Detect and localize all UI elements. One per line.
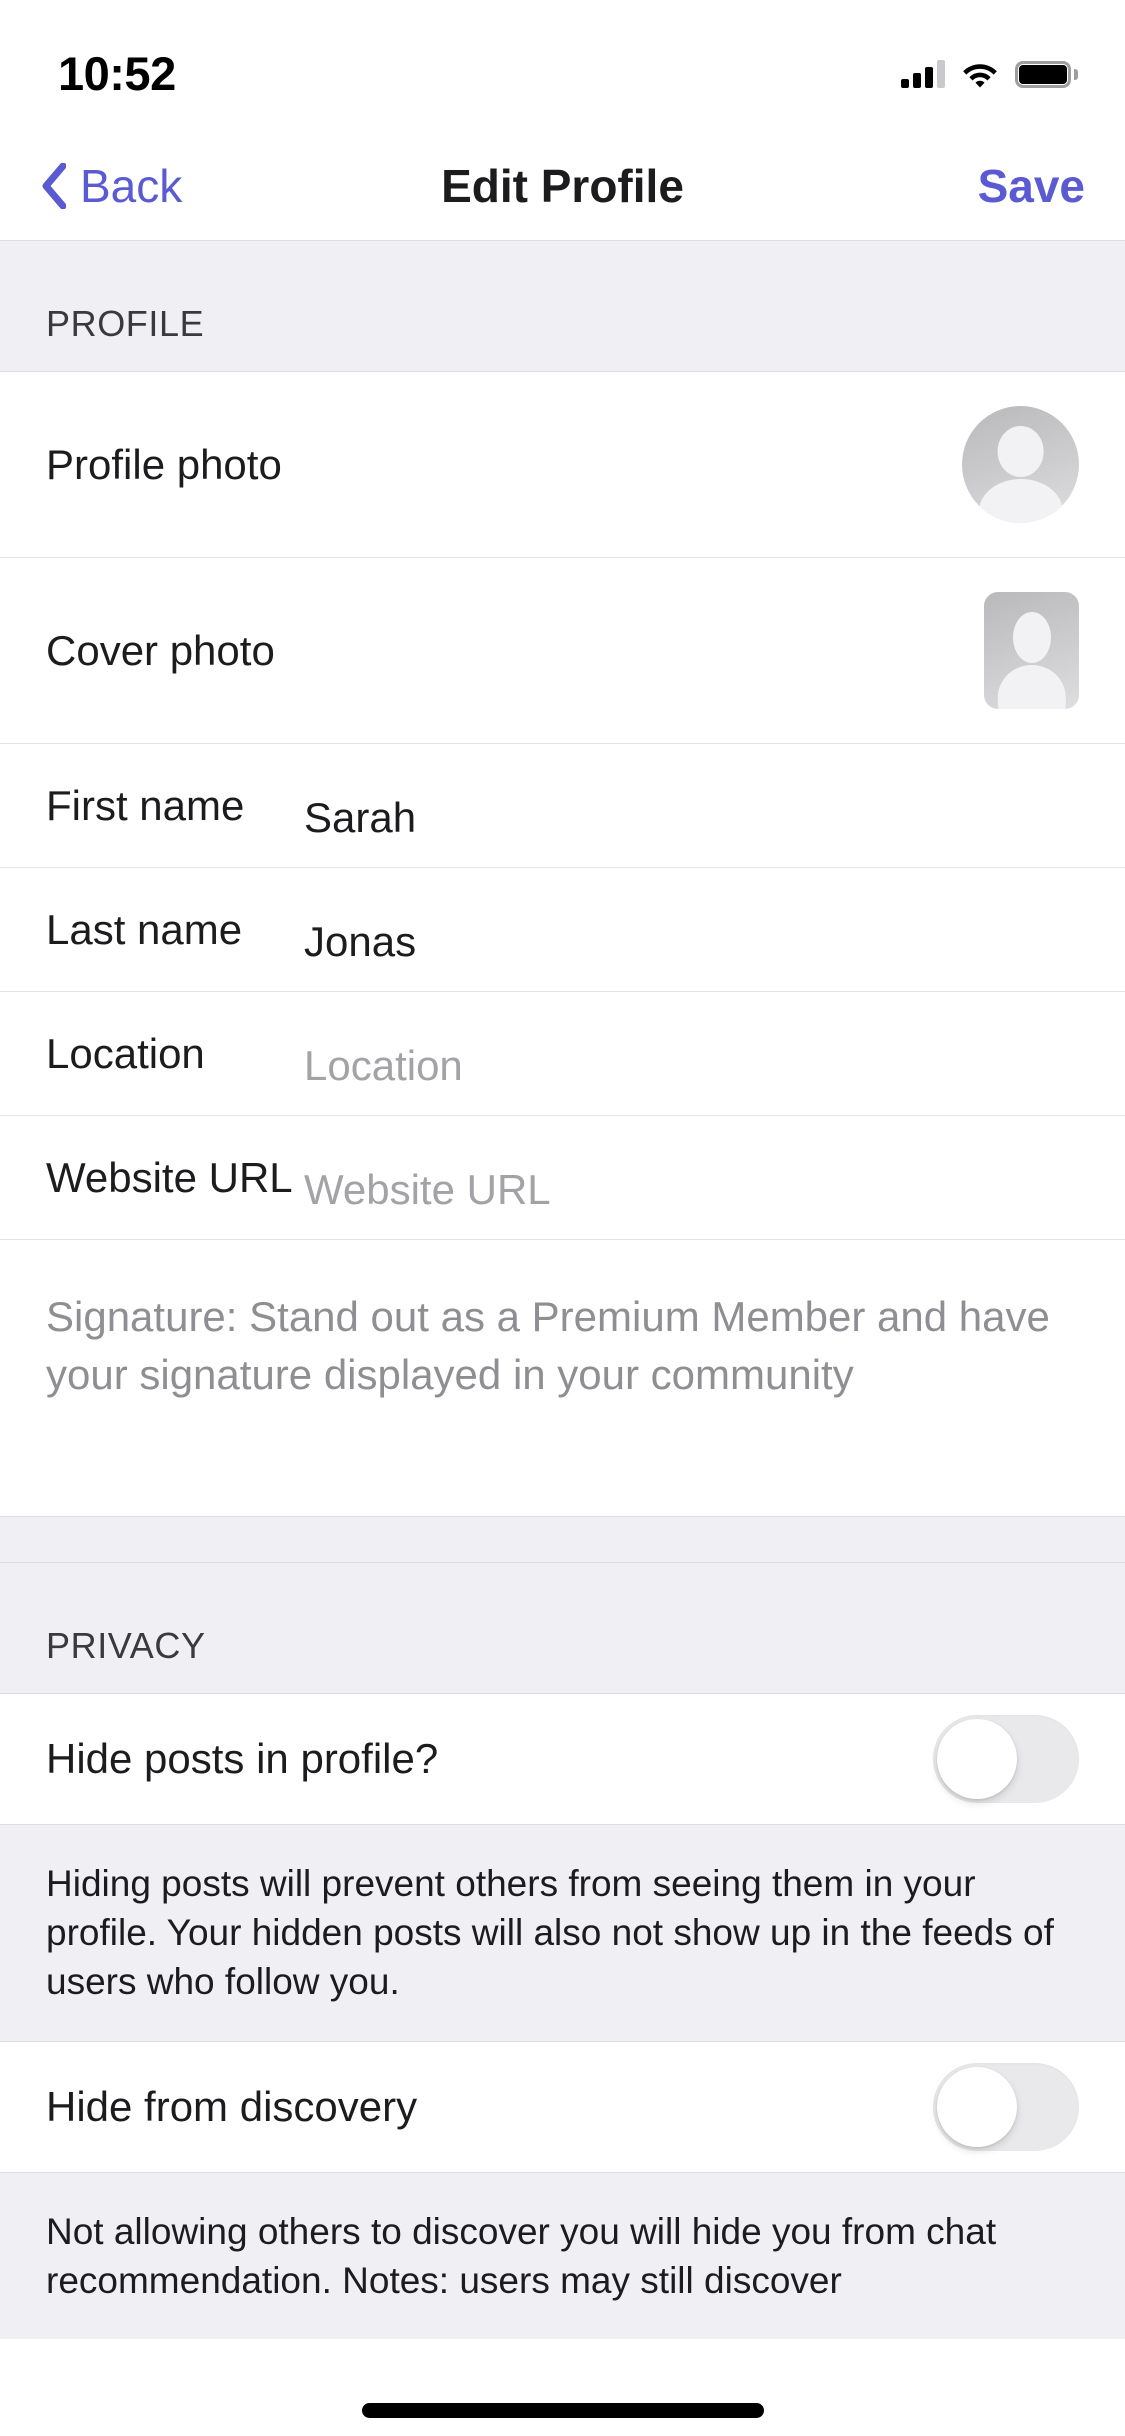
note-hide-posts: Hiding posts will prevent others from se…: [0, 1823, 1125, 2042]
status-bar-time: 10:52: [58, 46, 176, 100]
row-hide-posts-in-profile[interactable]: Hide posts in profile?: [0, 1693, 1125, 1824]
row-cover-photo[interactable]: Cover photo: [0, 558, 1125, 744]
row-hide-from-discovery[interactable]: Hide from discovery: [0, 2041, 1125, 2172]
hide-from-discovery-toggle[interactable]: [933, 2062, 1079, 2151]
website-url-label: Website URL: [46, 1153, 293, 1201]
row-location[interactable]: Location: [0, 992, 1125, 1116]
navigation-bar: Back Edit Profile Save: [0, 132, 1125, 240]
row-last-name[interactable]: Last name: [0, 868, 1125, 992]
profile-list: Profile photo Cover photo First name Las…: [0, 372, 1125, 1516]
section-header-profile: PROFILE: [0, 240, 1125, 372]
privacy-list: Hide posts in profile? Hiding posts will…: [0, 1693, 1125, 2339]
cellular-signal-icon: [901, 60, 945, 88]
back-button-label: Back: [80, 160, 183, 212]
home-indicator[interactable]: [361, 2403, 764, 2418]
note-hide-from-discovery-text: Not allowing others to discover you will…: [46, 2210, 997, 2301]
row-first-name[interactable]: First name: [0, 744, 1125, 868]
last-name-label: Last name: [46, 905, 243, 953]
save-button[interactable]: Save: [978, 159, 1085, 213]
cover-photo-label: Cover photo: [46, 626, 275, 674]
signature-placeholder-text: Signature: Stand out as a Premium Member…: [46, 1293, 1050, 1398]
chevron-left-icon: [42, 163, 66, 209]
section-header-privacy: PRIVACY: [0, 1561, 1125, 1694]
phone-screen: 10:52 Back Edit Profile Save PROFILE Pro…: [0, 0, 1125, 2436]
back-button[interactable]: Back: [40, 159, 182, 213]
note-hide-posts-text: Hiding posts will prevent others from se…: [46, 1862, 1054, 2003]
wifi-icon: [962, 61, 998, 88]
hide-posts-label: Hide posts in profile?: [46, 1734, 439, 1782]
profile-photo-label: Profile photo: [46, 440, 282, 488]
row-signature[interactable]: Signature: Stand out as a Premium Member…: [0, 1240, 1125, 1516]
note-hide-from-discovery: Not allowing others to discover you will…: [0, 2171, 1125, 2339]
website-url-input[interactable]: [304, 1165, 1079, 1214]
location-input[interactable]: [304, 1041, 1079, 1090]
hide-from-discovery-label: Hide from discovery: [46, 2082, 418, 2130]
location-label: Location: [46, 1029, 205, 1077]
status-bar: 10:52: [0, 0, 1125, 132]
status-bar-indicators: [901, 60, 1078, 88]
battery-full-icon: [1015, 60, 1078, 88]
avatar-placeholder-circle-icon[interactable]: [962, 406, 1079, 523]
first-name-label: First name: [46, 781, 245, 829]
avatar-placeholder-rect-icon[interactable]: [984, 592, 1079, 709]
row-profile-photo[interactable]: Profile photo: [0, 372, 1125, 558]
section-gap: [0, 1515, 1125, 1562]
first-name-input[interactable]: [304, 793, 1079, 842]
row-website-url[interactable]: Website URL: [0, 1116, 1125, 1240]
last-name-input[interactable]: [304, 917, 1079, 966]
hide-posts-toggle[interactable]: [933, 1714, 1079, 1803]
